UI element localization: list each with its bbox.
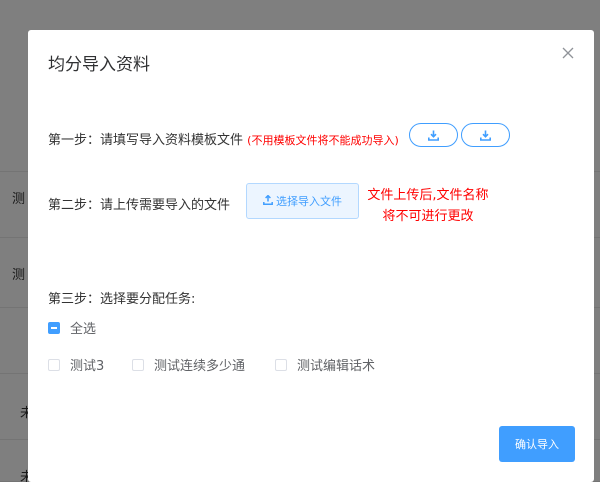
upload-note-line2: 将不可进行更改 xyxy=(382,209,474,224)
task-checkbox[interactable]: 测试连续多少通 xyxy=(132,355,245,374)
download-template-button[interactable] xyxy=(461,123,510,147)
download-template-button[interactable] xyxy=(409,123,458,147)
select-all-label: 全选 xyxy=(70,322,97,337)
select-file-label: 选择导入文件 xyxy=(276,195,342,208)
checkbox[interactable] xyxy=(132,358,144,371)
step1-label: 第一步：请填写导入资料模板文件 xyxy=(48,133,244,148)
task-label: 测试连续多少通 xyxy=(154,359,246,374)
step2-label: 第二步：请上传需要导入的文件 xyxy=(48,198,231,213)
upload-note-line1: 文件上传后,文件名称 xyxy=(367,188,489,203)
step1-warning: (不用模板文件将不能成功导入) xyxy=(247,134,399,147)
step3-label: 第三步：选择要分配任务: xyxy=(48,292,196,307)
confirm-import-button[interactable]: 确认导入 xyxy=(499,426,575,462)
download-icon xyxy=(480,126,491,145)
select-file-button[interactable]: 选择导入文件 xyxy=(246,183,359,219)
checkbox[interactable] xyxy=(275,358,287,371)
select-all-checkbox[interactable]: 全选 xyxy=(48,318,96,337)
checkbox-indeterminate[interactable] xyxy=(48,321,60,334)
import-dialog: 均分导入资料 第一步：请填写导入资料模板文件 (不用模板文件将不能成功导入) 第… xyxy=(28,30,594,482)
dialog-title: 均分导入资料 xyxy=(48,55,150,75)
task-label: 测试3 xyxy=(70,359,105,374)
close-icon[interactable] xyxy=(560,46,576,62)
task-checkbox[interactable]: 测试编辑话术 xyxy=(275,355,375,374)
checkbox[interactable] xyxy=(48,358,60,371)
step1-row: 第一步：请填写导入资料模板文件 (不用模板文件将不能成功导入) xyxy=(48,129,399,148)
task-checkbox[interactable]: 测试3 xyxy=(48,355,104,374)
task-label: 测试编辑话术 xyxy=(297,359,376,374)
upload-note: 文件上传后,文件名称 将不可进行更改 xyxy=(363,185,493,227)
download-icon xyxy=(428,126,439,145)
upload-icon xyxy=(263,194,273,208)
